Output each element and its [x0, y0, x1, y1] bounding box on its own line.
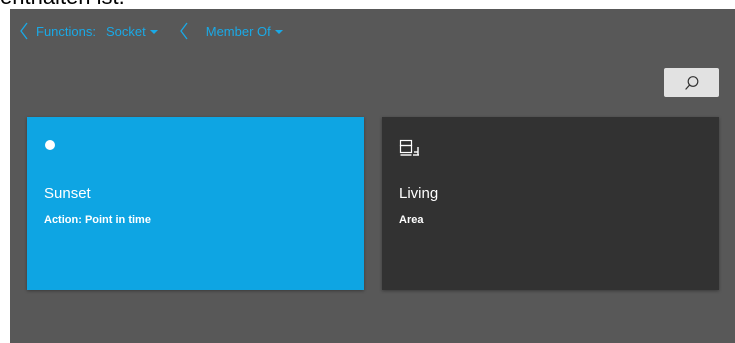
functions-label: Functions: [36, 23, 96, 39]
caret-down-icon [274, 29, 283, 34]
relation-dropdown[interactable]: Member Of [206, 24, 283, 39]
search-button[interactable] [664, 68, 719, 97]
search-icon [684, 75, 698, 90]
card-sunset[interactable]: Sunset Action: Point in time [27, 117, 364, 290]
card-subtitle: Action: Point in time [44, 214, 151, 226]
caret-down-icon [149, 29, 158, 34]
app-panel: Functions: Socket Member Of Sunset Actio… [10, 9, 735, 343]
breadcrumb: Functions: Socket Member Of [10, 9, 283, 53]
top-strip: enthalten ist. [0, 0, 735, 9]
functions-dropdown[interactable]: Socket [106, 24, 158, 39]
card-living[interactable]: Living Area [382, 117, 719, 290]
room-sofa-icon [399, 139, 419, 156]
card-title: Living [399, 185, 439, 202]
relation-dropdown-value: Member Of [205, 23, 271, 39]
card-title: Sunset [44, 185, 91, 202]
back-chevron-icon[interactable] [179, 22, 188, 40]
card-subtitle: Area [399, 214, 424, 226]
functions-dropdown-value: Socket [105, 23, 146, 39]
back-chevron-icon[interactable] [20, 22, 28, 40]
dot-icon [45, 140, 55, 150]
header-partial-text: enthalten ist. [0, 0, 125, 8]
